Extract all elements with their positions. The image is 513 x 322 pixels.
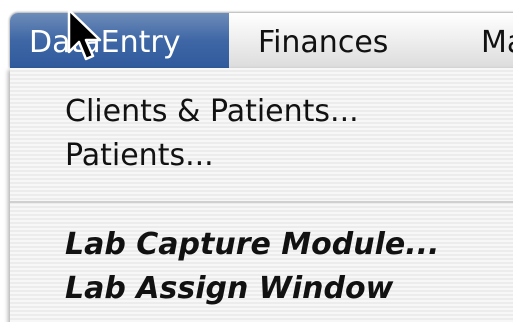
dataentry-dropdown: Clients & Patients... Patients... Lab Ca… (10, 68, 513, 322)
menu-item-lab-capture-module[interactable]: Lab Capture Module... (65, 223, 439, 267)
menu-finances[interactable]: Finances (258, 13, 388, 68)
menu-item-clients-patients[interactable]: Clients & Patients... (65, 90, 359, 134)
menu-truncated[interactable]: Ma (481, 13, 513, 68)
menu-item-lab-assign-window[interactable]: Lab Assign Window (65, 267, 393, 311)
menu-dataentry[interactable]: DataEntry (10, 13, 229, 68)
menu-separator (10, 201, 513, 203)
menu-item-patients[interactable]: Patients... (65, 134, 214, 178)
screen: DataEntry Finances Ma Clients & Patients… (0, 0, 513, 322)
arrow-pointer-icon (67, 8, 102, 61)
